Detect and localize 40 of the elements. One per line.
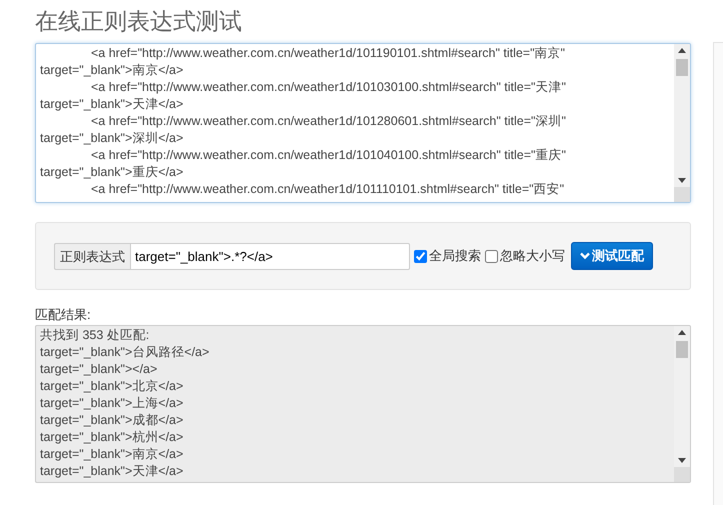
resize-grip[interactable] (674, 187, 690, 202)
result-line: target="_blank">台风路径</a> (40, 344, 210, 361)
result-line: target="_blank">成都</a> (40, 412, 184, 429)
code-line: <a href="http://www.weather.com.cn/weather1d/101110101.shtml#search" title="西安" (90, 181, 566, 198)
chevron-down-icon (580, 252, 590, 260)
result-text-area[interactable]: 共找到 353 处匹配: target="_blank">台风路径</a> target="_blank"></a> target="_blank">北京</a> target="_blank">上海</a> target="_blank">成都</a> target="_blank">杭州</a> target="_blank">南京</a> target="_blank">天津</a> (35, 325, 692, 483)
source-text-area[interactable] (35, 43, 692, 203)
scrollbar-thumb[interactable] (676, 341, 688, 358)
result-label: 匹配结果: (35, 307, 92, 323)
checkbox-label[interactable]: 全局搜索 (429, 246, 481, 266)
scrollbar[interactable] (674, 44, 690, 202)
scrollbar-thumb[interactable] (676, 59, 688, 76)
checkbox[interactable] (485, 250, 498, 262)
result-line: 共找到 353 处匹配: (40, 327, 150, 344)
code-line: target="_blank">天津</a> (40, 96, 184, 113)
result-line: target="_blank"></a> (40, 361, 158, 378)
scroll-up-icon[interactable] (678, 48, 686, 53)
regex-input-field[interactable]: target="_blank">.*?</a> (130, 242, 410, 270)
scrollbar[interactable] (674, 326, 690, 482)
code-line: <a href="http://www.weather.com.cn/weather1d/101040100.shtml#search" title="重庆" (90, 147, 567, 164)
scroll-down-icon[interactable] (678, 178, 686, 183)
input-label: 正则表达式 (54, 242, 130, 270)
code-line: <a href="http://www.weather.com.cn/weather1d/101280601.shtml#search" title="深圳" (90, 113, 567, 130)
result-line: target="_blank">天津</a> (40, 463, 184, 480)
checkbox-label[interactable]: 忽略大小写 (500, 246, 565, 266)
scroll-up-icon[interactable] (678, 330, 686, 335)
resize-grip[interactable] (674, 467, 690, 482)
code-line: <a href="http://www.weather.com.cn/weather1d/101190101.shtml#search" title="南京" (90, 45, 566, 62)
code-line: target="_blank">南京</a> (40, 62, 184, 79)
result-line: target="_blank">杭州</a> (40, 429, 184, 446)
checkbox[interactable] (414, 250, 427, 262)
result-line: target="_blank">上海</a> (40, 395, 184, 412)
result-line: target="_blank">南京</a> (40, 446, 184, 463)
code-line: <a href="http://www.weather.com.cn/weather1d/101030100.shtml#search" title="天津" (90, 79, 567, 96)
result-line: target="_blank">北京</a> (40, 378, 184, 395)
page-title: 在线正则表达式测试 (35, 7, 243, 36)
scroll-down-icon[interactable] (678, 458, 686, 463)
code-line: target="_blank">重庆</a> (40, 164, 184, 181)
test-match-button[interactable]: 测试匹配 (571, 242, 653, 270)
code-line: target="_blank">深圳</a> (40, 130, 184, 147)
